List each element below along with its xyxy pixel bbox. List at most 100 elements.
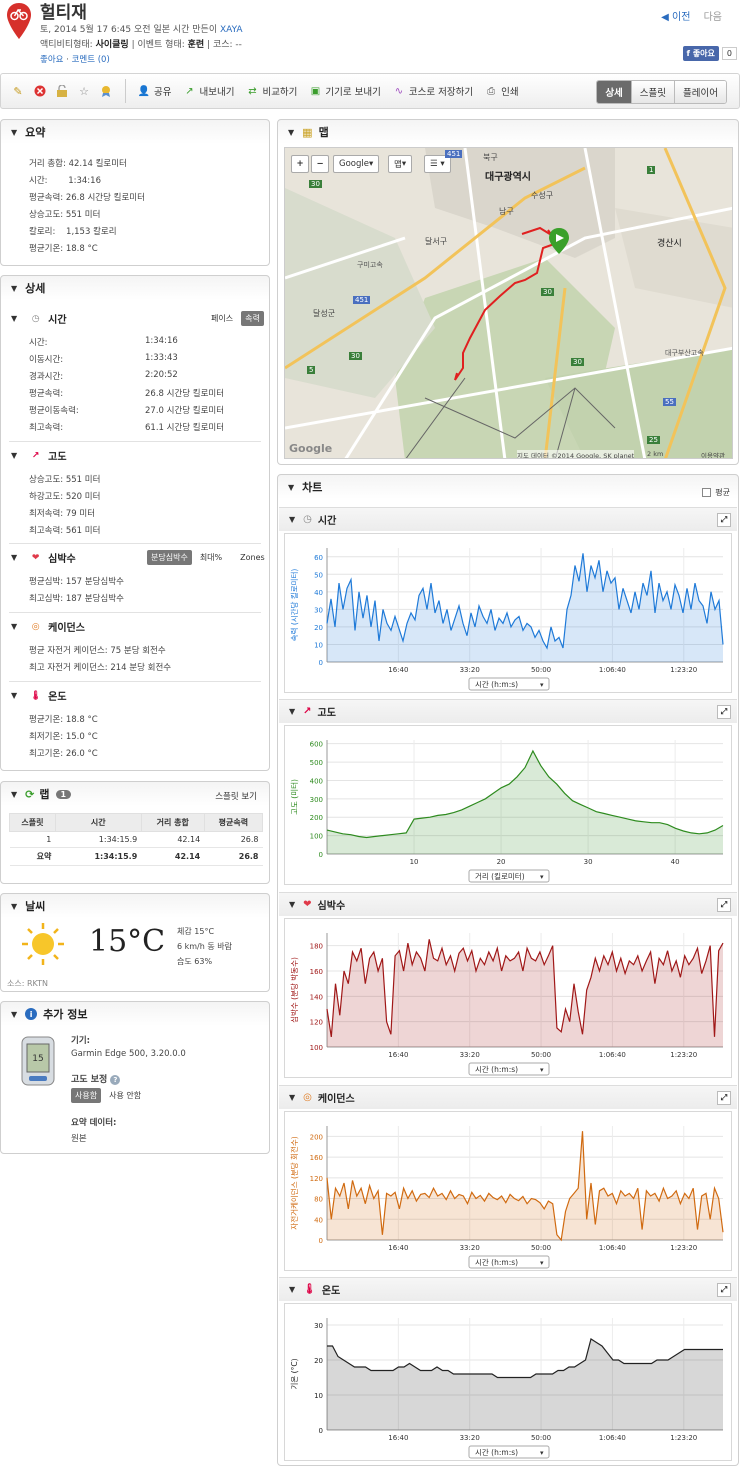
y-tick-label: 160 xyxy=(310,1154,323,1162)
export-button[interactable]: ↗ 내보내기 xyxy=(183,84,234,99)
time-row-value: 1:34:16 xyxy=(145,336,178,346)
compare-icon: ⇄ xyxy=(248,85,257,97)
favorite-star-icon[interactable]: ☆ xyxy=(76,83,92,99)
max-percent-toggle[interactable]: 최대% xyxy=(196,550,226,565)
cadence-section-header[interactable]: ▼ ◎ 케이던스 xyxy=(11,619,85,635)
weather-header[interactable]: ▼ 날씨 xyxy=(1,894,269,918)
column-header[interactable]: 스플릿 xyxy=(9,813,56,832)
comment-link[interactable]: 코멘트 (0) xyxy=(72,55,110,65)
extra-info-panel: ▼ i 추가 정보 15 기기: Garmin Edge 500, 3.20.0.0… xyxy=(0,1001,270,1154)
laps-table: 스플릿 시간 거리 총합 평균속력 1 1:34:15.9 42.14 26.8 요약… xyxy=(9,813,264,866)
temperature-section-header[interactable]: ▼ 🌡 온도 xyxy=(11,688,67,704)
laps-count-badge: 1 xyxy=(55,789,72,799)
zoom-out-button[interactable]: − xyxy=(311,155,329,173)
summary-panel: ▼ 요약 거리 총합: 42.14 킬로미터 시간: 1:34:16 평균속력: … xyxy=(0,119,270,266)
speed-toggle[interactable]: 속력 xyxy=(241,311,264,326)
expand-icon[interactable]: ⤢ xyxy=(717,513,731,527)
cadence-chart-header[interactable]: ▼ ◎ 케이던스 ⤢ xyxy=(279,1085,737,1109)
y-tick-label: 500 xyxy=(310,759,323,767)
prev-link[interactable]: ◀ 이전 xyxy=(661,12,690,23)
y-axis-label: 고도 (미터) xyxy=(290,779,299,815)
charts-header[interactable]: ▼ 차트 xyxy=(278,475,738,499)
facebook-like-button[interactable]: f 좋아요 xyxy=(682,46,719,61)
bpm-toggle[interactable]: 분당심박수 xyxy=(147,550,192,565)
summary-header[interactable]: ▼ 요약 xyxy=(1,120,269,144)
pager: ◀ 이전 다음 xyxy=(661,8,722,23)
expand-icon[interactable]: ⤢ xyxy=(717,705,731,719)
y-tick-label: 100 xyxy=(310,833,323,841)
y-tick-label: 100 xyxy=(310,1044,323,1052)
time-row-label: 시간: xyxy=(29,338,48,348)
compare-button[interactable]: ⇄ 비교하기 xyxy=(246,84,297,99)
elevation-chart: 0 100 200 300 400 500 600 10 20 30 40 고도 (미터) 거리 (킬로… xyxy=(284,725,732,885)
send-device-icon: ▣ xyxy=(310,85,321,97)
elevation-correction-toggle: 사용함 사용 안함 xyxy=(71,1088,145,1103)
zoom-in-button[interactable]: + xyxy=(291,155,309,173)
delete-icon[interactable] xyxy=(32,83,48,99)
time-row-value: 26.8 시간당 킬로미터 xyxy=(145,389,225,399)
heart-rate-chart-header[interactable]: ▼ ❤ 심박수 ⤢ xyxy=(279,892,737,916)
heart-rate-section-header[interactable]: ▼ ❤ 심박수 xyxy=(11,550,76,566)
y-tick-label: 200 xyxy=(310,1133,323,1141)
details-header[interactable]: ▼ 상세 xyxy=(1,276,269,300)
map-terms-link[interactable]: 이용약관 xyxy=(701,450,725,458)
save-as-course-button[interactable]: ∿ 코스로 저장하기 xyxy=(393,84,473,99)
map-icon: ▦ xyxy=(302,125,313,139)
expand-icon[interactable]: ⤢ xyxy=(717,898,731,912)
extra-info-header[interactable]: ▼ i 추가 정보 xyxy=(1,1002,269,1026)
pace-speed-toggle: 페이스 속력 xyxy=(207,311,264,326)
column-header[interactable]: 거리 총합 xyxy=(140,813,205,832)
map-header[interactable]: ▼ ▦ 맵 xyxy=(278,120,738,144)
map-type-select[interactable]: 맵 ▾ xyxy=(388,155,413,173)
chevron-down-icon: ▾ xyxy=(540,1449,544,1457)
elevation-row: 상승고도: 551 미터 xyxy=(29,475,101,485)
view-splits-link[interactable]: 스플릿 보기 xyxy=(215,790,257,802)
elevation-icon: ↗ xyxy=(31,450,40,461)
lock-icon[interactable] xyxy=(54,83,70,99)
speed-chart-header[interactable]: ▼ ◷ 시간 ⤢ xyxy=(279,507,737,531)
x-axis-label: 시간 (h:m:s) xyxy=(475,1257,518,1267)
elevation-correction-on[interactable]: 사용함 xyxy=(71,1088,102,1103)
expand-icon[interactable]: ⤢ xyxy=(717,1283,731,1297)
elevation-correction-off[interactable]: 사용 안함 xyxy=(105,1088,145,1103)
next-link[interactable]: 다음 xyxy=(704,12,722,23)
edit-pencil-icon[interactable]: ✎ xyxy=(10,83,26,99)
temperature-chart-header[interactable]: ▼ 🌡 온도 ⤢ xyxy=(279,1277,737,1301)
badge-icon[interactable] xyxy=(98,83,114,99)
tab-details[interactable]: 상세 xyxy=(597,81,631,103)
x-tick-label: 50:00 xyxy=(531,1244,551,1252)
x-tick-label: 1:23:20 xyxy=(670,1434,697,1442)
author-link[interactable]: XAYA xyxy=(220,25,243,35)
weather-feels-like: 체감 15°C xyxy=(177,927,215,936)
time-section-header[interactable]: ▼ ◷ 시간 xyxy=(11,311,67,327)
expand-icon[interactable]: ⤢ xyxy=(717,1091,731,1105)
y-tick-label: 60 xyxy=(314,554,323,562)
x-tick-label: 40 xyxy=(671,858,680,866)
zones-toggle[interactable]: Zones xyxy=(236,551,269,564)
print-button[interactable]: ⎙ 인쇄 xyxy=(485,84,518,99)
activity-title[interactable]: 헐티재 xyxy=(40,0,87,23)
like-link[interactable]: 좋아요 xyxy=(40,55,63,65)
pace-toggle[interactable]: 페이스 xyxy=(207,311,237,326)
time-row-label: 평균이동속력: xyxy=(29,406,79,416)
tab-splits[interactable]: 스플릿 xyxy=(630,81,675,103)
y-tick-label: 0 xyxy=(319,1427,323,1435)
route-map[interactable]: + − Google ▾ 맵 ▾ ☰ ▾ 북구 대구광역시 수성구 남구 달서구… xyxy=(284,147,733,459)
google-map-type-select[interactable]: Google ▾ xyxy=(333,155,380,173)
share-button[interactable]: 👤 공유 xyxy=(138,84,172,99)
heart-icon: ❤ xyxy=(31,552,40,563)
course-icon: ∿ xyxy=(394,85,404,97)
chevron-down-icon: ▾ xyxy=(540,1259,544,1267)
table-row[interactable]: 1 1:34:15.9 42.14 26.8 xyxy=(9,831,263,848)
elevation-section-header[interactable]: ▼ ↗ 고도 xyxy=(11,448,67,464)
heart-row: 최고심박: 187 분당심박수 xyxy=(29,594,124,604)
elevation-chart-header[interactable]: ▼ ↗ 고도 ⤢ xyxy=(279,699,737,723)
send-to-device-button[interactable]: ▣ 기기로 보내기 xyxy=(309,84,381,99)
y-tick-label: 120 xyxy=(310,1019,323,1027)
average-checkbox[interactable]: 평균 xyxy=(702,487,730,498)
x-tick-label: 1:06:40 xyxy=(599,1434,626,1442)
column-header[interactable]: 평균속력 xyxy=(203,813,264,832)
tab-player[interactable]: 플레이어 xyxy=(674,81,726,103)
column-header[interactable]: 시간 xyxy=(54,813,142,832)
google-logo[interactable]: Google xyxy=(289,442,332,455)
